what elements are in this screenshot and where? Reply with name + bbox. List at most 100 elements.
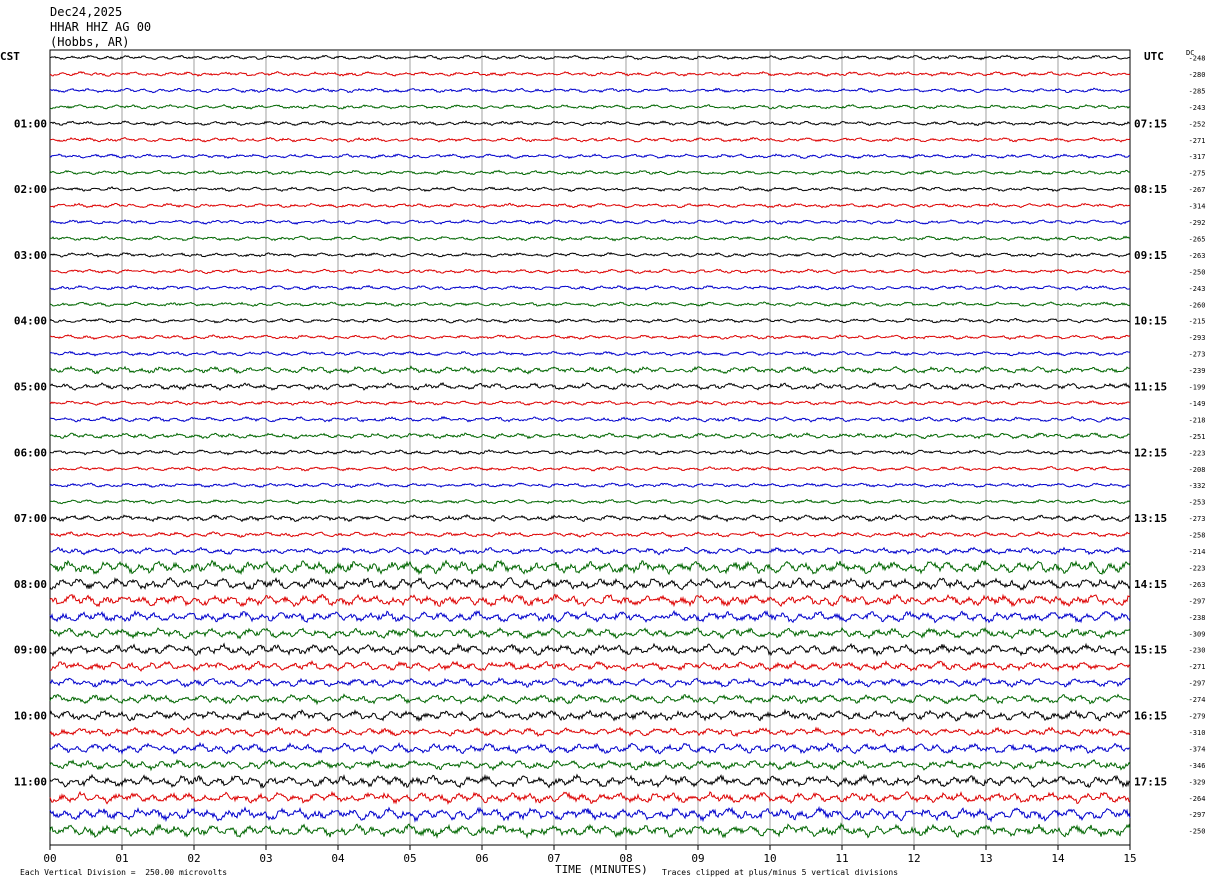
left-hour-label-03:00: 03:00 bbox=[14, 249, 47, 262]
dc-offset-5: -252 bbox=[1189, 120, 1206, 128]
x-tick-label-15: 15 bbox=[1123, 852, 1136, 865]
dc-offset-35: -238 bbox=[1189, 614, 1206, 622]
left-hour-label-10:00: 10:00 bbox=[14, 710, 47, 723]
trace-7 bbox=[49, 153, 1131, 160]
dc-offset-14: -250 bbox=[1189, 268, 1206, 276]
x-tick-label-00: 00 bbox=[43, 852, 56, 865]
dc-offset-40: -274 bbox=[1189, 696, 1206, 704]
trace-34 bbox=[49, 593, 1131, 608]
right-hour-label-13:15: 13:15 bbox=[1134, 512, 1167, 525]
x-tick-label-06: 06 bbox=[475, 852, 488, 865]
dc-offset-13: -263 bbox=[1189, 252, 1206, 260]
x-tick-label-05: 05 bbox=[403, 852, 416, 865]
trace-23 bbox=[49, 415, 1131, 423]
left-hour-label-06:00: 06:00 bbox=[14, 446, 47, 459]
trace-42 bbox=[49, 726, 1131, 738]
dc-offset-36: -309 bbox=[1189, 630, 1206, 638]
trace-31 bbox=[49, 546, 1131, 556]
dc-offset-12: -265 bbox=[1189, 235, 1206, 243]
trace-15 bbox=[50, 284, 1131, 291]
x-tick-label-09: 09 bbox=[691, 852, 704, 865]
dc-offset-34: -297 bbox=[1189, 597, 1206, 605]
trace-8 bbox=[49, 169, 1131, 176]
trace-24 bbox=[49, 432, 1131, 440]
trace-32 bbox=[49, 559, 1131, 576]
trace-25 bbox=[49, 449, 1131, 456]
dc-offset-33: -263 bbox=[1189, 581, 1206, 589]
trace-44 bbox=[49, 758, 1131, 772]
dc-offset-1: -248 bbox=[1189, 55, 1206, 63]
clip-note: Traces clipped at plus/minus 5 vertical … bbox=[662, 868, 899, 877]
x-tick-label-13: 13 bbox=[979, 852, 992, 865]
x-tick-label-03: 03 bbox=[259, 852, 272, 865]
right-hour-label-08:15: 08:15 bbox=[1134, 183, 1167, 196]
trace-28 bbox=[49, 498, 1131, 505]
right-hour-label-17:15: 17:15 bbox=[1134, 775, 1167, 788]
dc-offset-46: -264 bbox=[1189, 795, 1206, 803]
dc-offset-27: -332 bbox=[1189, 482, 1206, 490]
x-tick-label-14: 14 bbox=[1051, 852, 1065, 865]
trace-33 bbox=[49, 576, 1131, 591]
trace-43 bbox=[49, 741, 1131, 755]
dc-offset-24: -251 bbox=[1189, 433, 1206, 441]
dc-offset-22: -149 bbox=[1189, 400, 1206, 408]
trace-6 bbox=[49, 136, 1131, 143]
trace-38 bbox=[49, 659, 1131, 673]
trace-18 bbox=[49, 334, 1131, 340]
right-hour-label-10:15: 10:15 bbox=[1134, 315, 1167, 328]
dc-offset-3: -285 bbox=[1189, 87, 1206, 95]
trace-1 bbox=[49, 54, 1131, 61]
dc-offset-38: -271 bbox=[1189, 663, 1206, 671]
dc-offset-2: -280 bbox=[1189, 71, 1206, 79]
trace-35 bbox=[49, 609, 1131, 624]
trace-41 bbox=[49, 708, 1131, 723]
trace-19 bbox=[49, 350, 1131, 357]
dc-offset-45: -329 bbox=[1189, 778, 1206, 786]
trace-22 bbox=[49, 399, 1131, 406]
dc-offset-48: -250 bbox=[1189, 828, 1206, 836]
dc-offset-31: -214 bbox=[1189, 548, 1206, 556]
dc-offset-25: -223 bbox=[1189, 449, 1206, 457]
trace-40 bbox=[49, 693, 1131, 706]
trace-17 bbox=[49, 317, 1131, 324]
dc-offset-30: -258 bbox=[1189, 532, 1206, 540]
left-hour-label-01:00: 01:00 bbox=[14, 117, 47, 130]
trace-14 bbox=[49, 268, 1131, 275]
trace-12 bbox=[49, 235, 1131, 242]
dc-offset-26: -208 bbox=[1189, 466, 1206, 474]
dc-offset-23: -218 bbox=[1189, 416, 1206, 424]
trace-5 bbox=[49, 120, 1131, 127]
x-tick-label-10: 10 bbox=[763, 852, 776, 865]
trace-13 bbox=[49, 251, 1131, 258]
dc-offset-29: -273 bbox=[1189, 515, 1206, 523]
dc-offset-15: -243 bbox=[1189, 285, 1206, 293]
dc-offset-11: -292 bbox=[1189, 219, 1206, 227]
dc-offset-44: -346 bbox=[1189, 762, 1206, 770]
trace-21 bbox=[49, 381, 1131, 391]
x-tick-label-04: 04 bbox=[331, 852, 345, 865]
trace-47 bbox=[49, 805, 1131, 823]
dc-offset-42: -310 bbox=[1189, 729, 1206, 737]
dc-offset-47: -297 bbox=[1189, 811, 1206, 819]
trace-16 bbox=[49, 301, 1131, 307]
left-hour-label-05:00: 05:00 bbox=[14, 381, 47, 394]
trace-20 bbox=[49, 365, 1131, 375]
dc-offset-8: -275 bbox=[1189, 170, 1206, 178]
trace-27 bbox=[49, 482, 1131, 489]
dc-offset-41: -279 bbox=[1189, 713, 1206, 721]
trace-4 bbox=[49, 104, 1131, 110]
right-hour-label-14:15: 14:15 bbox=[1134, 578, 1167, 591]
trace-10 bbox=[49, 202, 1131, 209]
left-hour-label-11:00: 11:00 bbox=[14, 775, 47, 788]
dc-offset-7: -317 bbox=[1189, 153, 1206, 161]
dc-offset-4: -243 bbox=[1189, 104, 1206, 112]
left-hour-label-08:00: 08:00 bbox=[14, 578, 47, 591]
left-hour-label-09:00: 09:00 bbox=[14, 644, 47, 657]
x-tick-label-11: 11 bbox=[835, 852, 848, 865]
dc-offset-43: -374 bbox=[1189, 745, 1206, 753]
x-axis-label: TIME (MINUTES) bbox=[555, 863, 648, 876]
trace-29 bbox=[49, 513, 1131, 523]
right-hour-label-09:15: 09:15 bbox=[1134, 249, 1167, 262]
helicorder-plot: 00 01 02 03 04 05 06 07 08 09 10 11 12 13 14 15-248-280… bbox=[14, 49, 1206, 865]
x-tick-label-12: 12 bbox=[907, 852, 920, 865]
